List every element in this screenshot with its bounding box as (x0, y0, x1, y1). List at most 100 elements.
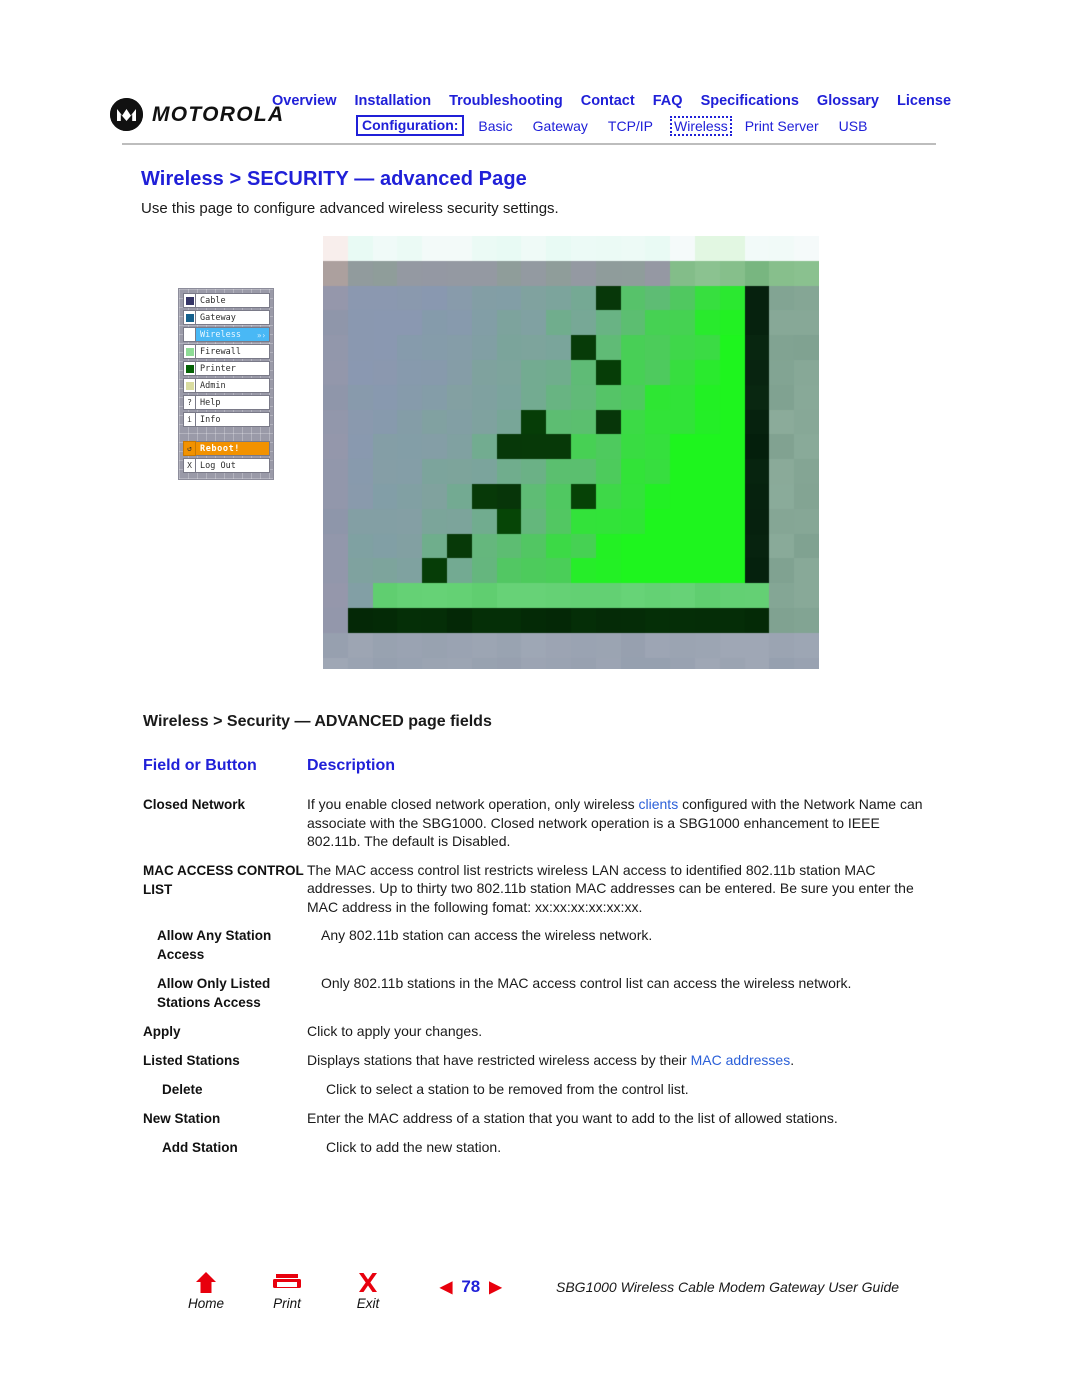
table-cell-description: Displays stations that have restricted w… (307, 1051, 933, 1070)
exit-button-label: Exit (356, 1296, 380, 1311)
sidebar-color-chip-icon (183, 344, 196, 359)
page-number: 78 (461, 1277, 481, 1296)
table-row: Add Station Click to add the new station. (143, 1138, 933, 1157)
description-text: Click to apply your changes. (307, 1023, 483, 1039)
sidebar-glyph-icon: ? (183, 395, 196, 410)
sidebar-item-reboot[interactable]: ↺ Reboot! (183, 441, 270, 456)
table-cell-description: Click to select a station to be removed … (326, 1080, 933, 1099)
sidebar-item-label: Wireless »› (196, 327, 270, 342)
table-row: Allow Any Station Access Any 802.11b stat… (143, 926, 933, 964)
table-cell-field-name: Allow Only Listed Stations Access (157, 976, 271, 1010)
page-intro-text: Use this page to configure advanced wire… (141, 200, 559, 217)
sidebar-color-chip-icon (183, 378, 196, 393)
table-cell-field-name: New Station (143, 1111, 221, 1126)
table-cell-description: Only 802.11b stations in the MAC access … (321, 974, 933, 1012)
sidebar-item-wireless[interactable]: Wireless »› (183, 327, 270, 342)
description-text: Click to select a station to be removed … (326, 1081, 689, 1097)
configuration-label: Configuration: (356, 115, 465, 136)
table-cell-field-name: Delete (162, 1082, 203, 1097)
table-row: Listed Stations Displays stations that ha… (143, 1051, 933, 1070)
table-cell-description: Click to add the new station. (326, 1138, 933, 1157)
sidebar-glyph-icon: X (183, 458, 196, 473)
table-cell-field-name: Add Station (162, 1140, 238, 1155)
secondary-nav: Configuration: Basic Gateway TCP/IP Wire… (356, 115, 870, 136)
sidebar-item-firewall[interactable]: Firewall (183, 344, 270, 359)
nav-specifications[interactable]: Specifications (701, 93, 799, 109)
table-cell-description: Enter the MAC address of a station that … (307, 1109, 933, 1128)
table-row: Allow Only Listed Stations Access Only 80… (143, 974, 933, 1012)
table-row: Apply Click to apply your changes. (143, 1022, 933, 1041)
description-text: Any 802.11b station can access the wirel… (321, 927, 653, 943)
table-row: New Station Enter the MAC address of a st… (143, 1109, 933, 1128)
device-ui-sidebar-screenshot: Cable Gateway Wireless »› Firewall Printer Adm… (178, 288, 274, 480)
table-cell-field-name: Listed Stations (143, 1053, 240, 1068)
home-button-label: Home (187, 1296, 224, 1311)
description-text: Enter the MAC address of a station that … (307, 1110, 838, 1126)
device-ui-page-screenshot (323, 236, 819, 669)
sidebar-item-cable[interactable]: Cable (183, 293, 270, 308)
sidebar-glyph-icon: i (183, 412, 196, 427)
close-x-icon (346, 1271, 390, 1297)
brand-name: MOTOROLA (152, 102, 285, 126)
sidebar-item-label: Cable (196, 293, 270, 308)
inline-link[interactable]: clients (639, 796, 679, 812)
sidebar-glyph-icon: ↺ (183, 441, 196, 456)
nav-config-wireless[interactable]: Wireless (670, 115, 732, 136)
table-cell-field-name: MAC ACCESS CONTROL LIST (143, 862, 304, 897)
header-divider (122, 143, 936, 145)
sidebar-item-label: Gateway (196, 310, 270, 325)
sidebar-color-chip-icon (183, 361, 196, 376)
print-button[interactable]: Print (265, 1271, 309, 1311)
sidebar-item-gateway[interactable]: Gateway (183, 310, 270, 325)
printer-icon (265, 1271, 309, 1297)
nav-config-basic[interactable]: Basic (475, 117, 515, 135)
nav-config-gateway[interactable]: Gateway (530, 117, 591, 135)
sidebar-item-label: Info (196, 412, 270, 427)
description-text: . (790, 1052, 795, 1068)
inline-link[interactable]: MAC addresses (691, 1052, 791, 1068)
motorola-logo: MOTOROLA (110, 98, 285, 131)
sidebar-item-log-out[interactable]: X Log Out (183, 458, 270, 473)
nav-config-print-server[interactable]: Print Server (742, 117, 822, 135)
nav-installation[interactable]: Installation (355, 93, 432, 109)
page-navigator: ◀ 78 ▶ (440, 1277, 502, 1297)
sidebar-color-chip-icon (183, 327, 196, 342)
page-footer: Home Print Exit ◀ 78 ▶ SBG1000 Wireless … (0, 1265, 1080, 1335)
sidebar-color-chip-icon (183, 293, 196, 308)
table-cell-field-name: Allow Any Station Access (157, 928, 272, 962)
document-title: SBG1000 Wireless Cable Modem Gateway Use… (556, 1279, 900, 1295)
table-cell-field-name: Closed Network (143, 797, 246, 812)
sidebar-item-admin[interactable]: Admin (183, 378, 270, 393)
nav-config-tcpip[interactable]: TCP/IP (605, 117, 656, 135)
table-header-field: Field or Button (143, 757, 257, 774)
home-button[interactable]: Home (184, 1271, 228, 1311)
nav-contact[interactable]: Contact (581, 93, 635, 109)
nav-troubleshooting[interactable]: Troubleshooting (449, 93, 563, 109)
print-button-label: Print (273, 1296, 301, 1311)
table-row: Delete Click to select a station to be re… (143, 1080, 933, 1099)
table-cell-description: Click to apply your changes. (307, 1022, 933, 1041)
sidebar-item-label: Reboot! (196, 441, 270, 456)
nav-glossary[interactable]: Glossary (817, 93, 879, 109)
table-cell-field-name: Apply (143, 1024, 181, 1039)
sidebar-item-printer[interactable]: Printer (183, 361, 270, 376)
exit-button[interactable]: Exit (346, 1271, 390, 1311)
sidebar-item-label: Admin (196, 378, 270, 393)
sidebar-item-info[interactable]: i Info (183, 412, 270, 427)
sidebar-item-help[interactable]: ? Help (183, 395, 270, 410)
next-page-icon[interactable]: ▶ (489, 1277, 501, 1297)
nav-faq[interactable]: FAQ (653, 93, 683, 109)
description-text: Displays stations that have restricted w… (307, 1052, 691, 1068)
sidebar-item-label: Printer (196, 361, 270, 376)
nav-overview[interactable]: Overview (272, 93, 337, 109)
nav-config-usb[interactable]: USB (836, 117, 871, 135)
previous-page-icon[interactable]: ◀ (440, 1277, 452, 1297)
sidebar-color-chip-icon (183, 310, 196, 325)
home-icon (184, 1271, 228, 1297)
table-row: MAC ACCESS CONTROL LIST The MAC access co… (143, 861, 933, 917)
motorola-m-logo-icon (110, 98, 143, 131)
sidebar-item-label: Firewall (196, 344, 270, 359)
description-text: The MAC access control list restricts wi… (307, 861, 914, 915)
nav-license[interactable]: License (897, 93, 951, 109)
